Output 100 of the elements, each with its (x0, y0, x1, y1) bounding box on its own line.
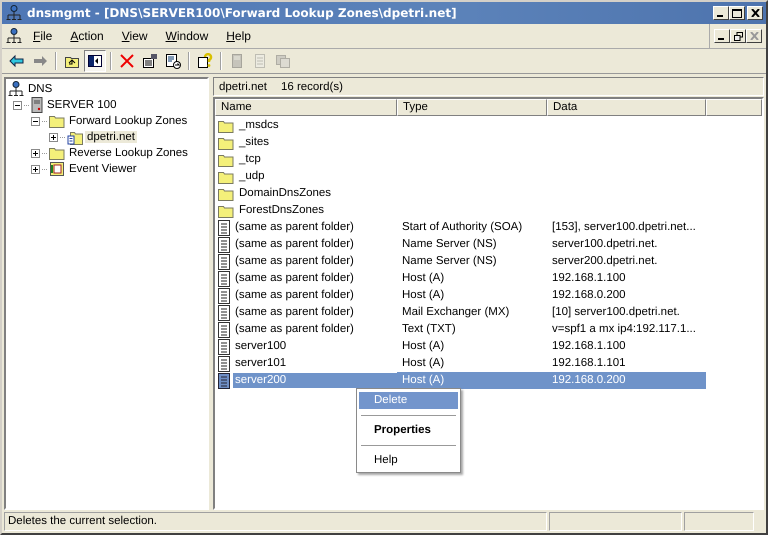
name-cell[interactable]: server101 (233, 356, 288, 371)
folder-icon (49, 114, 65, 128)
document-icon (218, 236, 230, 252)
data-cell-text: 192.168.1.100 (551, 271, 627, 286)
document-icon (218, 372, 230, 388)
type-cell-text: Host (A) (401, 271, 446, 286)
data-cell-text: 192.168.1.101 (551, 356, 627, 371)
data-cell-text: [10] server100.dpetri.net. (551, 305, 681, 320)
menu-item[interactable]: Action (63, 29, 111, 43)
menu-item[interactable]: View (114, 29, 155, 43)
data-cell-text: server200.dpetri.net. (551, 254, 658, 269)
document-icon (218, 356, 230, 372)
collapse-toggle[interactable] (31, 116, 40, 126)
folder-icon (218, 152, 234, 166)
tree-item[interactable]: SERVER 100 (45, 99, 118, 111)
folder-icon (218, 136, 234, 150)
folder-icon (218, 186, 234, 200)
close-button[interactable] (746, 29, 762, 43)
data-cell-text: v=spf1 a mx ip4:192.117.1... (551, 322, 697, 337)
event-log-icon (49, 161, 65, 177)
name-cell[interactable]: _msdcs (237, 118, 281, 133)
document-icon (218, 338, 230, 354)
folder-icon (218, 170, 234, 184)
folder-icon (49, 146, 65, 160)
restore-button[interactable] (730, 29, 746, 43)
cross-icon (119, 53, 135, 69)
minimize-button[interactable] (714, 29, 730, 43)
name-cell[interactable]: ForestDnsZones (237, 203, 326, 218)
pane-icon (87, 53, 103, 69)
menu-item[interactable]: File (26, 29, 60, 43)
menu-item[interactable]: Properties (359, 422, 458, 439)
document-icon (165, 53, 181, 69)
tree-item[interactable]: DNS (26, 83, 54, 95)
right-arrow-icon (32, 53, 48, 69)
name-cell[interactable]: (same as parent folder) (233, 288, 356, 303)
expand-toggle[interactable] (49, 132, 58, 142)
type-cell-text: Name Server (NS) (401, 237, 498, 252)
status-text: Deletes the current selection. (4, 512, 547, 531)
show-tree-button[interactable] (84, 50, 106, 72)
type-cell-text: Mail Exchanger (MX) (401, 305, 510, 320)
column-header[interactable] (706, 99, 762, 116)
data-cell-text: 192.168.1.100 (551, 339, 627, 354)
menu-item[interactable]: Window (158, 29, 216, 43)
name-cell[interactable]: (same as parent folder) (233, 220, 356, 235)
network-icon (6, 5, 22, 21)
name-cell[interactable]: (same as parent folder) (233, 305, 356, 320)
document-icon (218, 304, 230, 320)
help-icon (197, 53, 213, 69)
zone-folder-icon (67, 129, 83, 145)
tree-item[interactable]: Event Viewer (67, 163, 139, 175)
folder-icon (218, 118, 234, 132)
left-arrow-icon (9, 53, 25, 69)
name-cell[interactable]: (same as parent folder) (233, 322, 356, 337)
tree-item[interactable]: Forward Lookup Zones (67, 115, 190, 127)
type-cell-text: Host (A) (401, 356, 446, 371)
name-cell[interactable]: _sites (237, 135, 272, 150)
menu-item[interactable]: Help (219, 29, 258, 43)
document-icon (218, 220, 230, 236)
close-icon (750, 32, 758, 40)
type-cell-text: Host (A) (401, 339, 446, 354)
menu-item[interactable]: Help (359, 452, 458, 469)
name-cell[interactable]: _tcp (237, 152, 263, 167)
name-cell[interactable]: (same as parent folder) (233, 271, 356, 286)
window-title: dnsmgmt - [DNS\SERVER100\Forward Lookup Zones\dpetri.net] (27, 6, 458, 20)
document-icon (229, 53, 245, 69)
maximize-button[interactable] (729, 6, 745, 20)
name-cell[interactable]: (same as parent folder) (233, 254, 356, 269)
expand-toggle[interactable] (31, 164, 40, 174)
network-icon (8, 81, 24, 97)
notepad-icon (252, 53, 268, 69)
name-cell[interactable]: _udp (237, 169, 267, 184)
tree-item[interactable]: dpetri.net (85, 131, 137, 143)
collapse-toggle[interactable] (13, 100, 22, 110)
close-icon (750, 9, 760, 17)
windows-icon (275, 53, 291, 69)
close-button[interactable] (747, 6, 763, 20)
restore-icon (734, 32, 742, 40)
folder-icon (218, 204, 234, 218)
network-icon (6, 28, 22, 44)
document-icon (218, 254, 230, 270)
column-header[interactable]: Name (215, 99, 397, 116)
column-header[interactable]: Data (547, 99, 706, 116)
maximize-icon (732, 8, 742, 18)
document-icon (218, 270, 230, 286)
tree-item[interactable]: Reverse Lookup Zones (67, 147, 190, 159)
type-cell-text: Text (TXT) (401, 322, 457, 337)
type-cell: Host (A) (397, 372, 547, 389)
server-icon (31, 97, 43, 113)
name-cell[interactable]: DomainDnsZones (237, 186, 334, 201)
name-cell[interactable]: (same as parent folder) (233, 237, 356, 252)
expand-toggle[interactable] (31, 148, 40, 158)
status-pane (684, 512, 754, 531)
column-header[interactable]: Type (397, 99, 547, 116)
data-cell: 192.168.0.200 (547, 372, 706, 389)
minimize-button[interactable] (713, 6, 729, 20)
name-cell[interactable]: server100 (233, 339, 288, 354)
document-icon (218, 288, 230, 304)
data-cell-text: 192.168.0.200 (551, 288, 627, 303)
type-cell-text: Start of Authority (SOA) (401, 220, 524, 235)
record-count: 16 record(s) (280, 80, 343, 92)
